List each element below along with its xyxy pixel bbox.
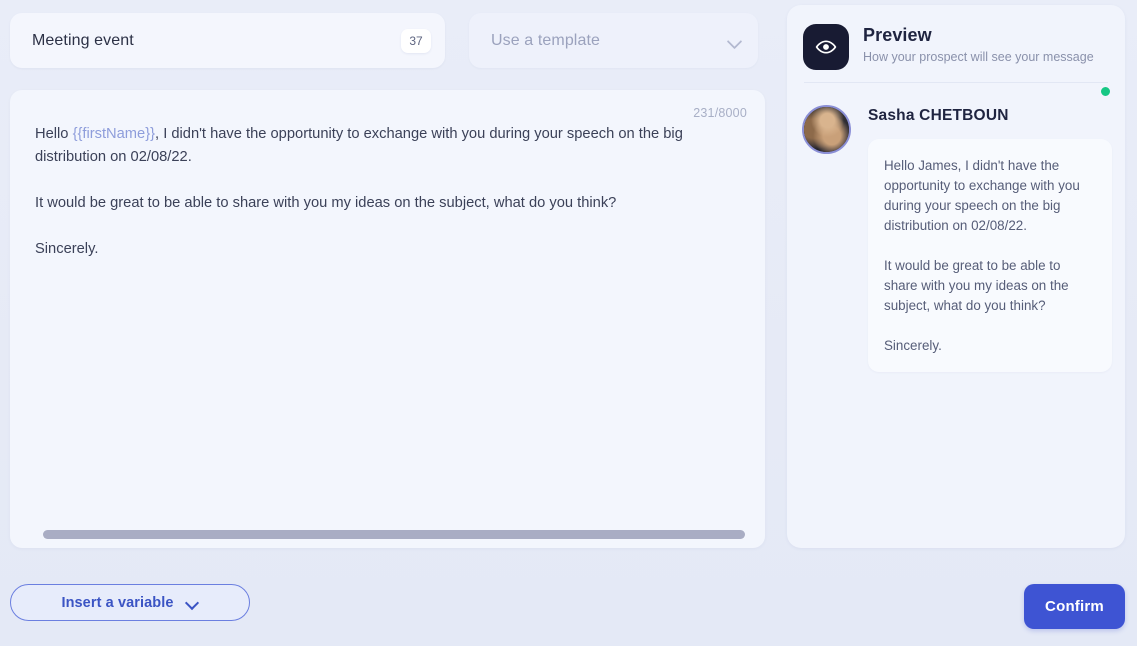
variable-token[interactable]: {{firstName}}	[73, 126, 155, 142]
status-online-dot	[1099, 85, 1112, 98]
eye-icon	[803, 24, 849, 70]
bubble-paragraph: It would be great to be able to share wi…	[884, 258, 1069, 313]
scrollbar-thumb[interactable]	[43, 530, 745, 539]
editor-paragraph: Sincerely.	[35, 241, 99, 257]
chevron-down-icon	[186, 596, 199, 609]
composer-column: Meeting event 37 Use a template 231/8000…	[0, 0, 775, 560]
preview-message-bubble: Hello James, I didn't have the opportuni…	[868, 139, 1112, 372]
preview-subtitle: How your prospect will see your message	[863, 50, 1094, 64]
bottom-toolbar: Insert a variable Confirm	[0, 558, 1137, 646]
insert-variable-button[interactable]: Insert a variable	[10, 584, 250, 621]
template-placeholder: Use a template	[491, 31, 601, 49]
template-select[interactable]: Use a template	[469, 13, 758, 68]
subject-field[interactable]: Meeting event 37	[10, 13, 445, 68]
composer-top-row: Meeting event 37 Use a template	[10, 13, 765, 68]
preview-header: Preview How your prospect will see your …	[803, 24, 1094, 70]
editor-paragraph: It would be great to be able to share wi…	[35, 195, 617, 211]
insert-variable-label: Insert a variable	[61, 594, 174, 611]
character-counter: 231/8000	[693, 106, 747, 120]
preview-title: Preview	[863, 25, 932, 45]
editor-horizontal-scrollbar[interactable]	[10, 522, 765, 548]
sender-name: Sasha CHETBOUN	[868, 107, 1009, 124]
editor-text-before: Hello	[35, 126, 73, 142]
subject-input[interactable]: Meeting event	[32, 32, 401, 50]
preview-panel: Preview How your prospect will see your …	[787, 5, 1125, 548]
preview-divider	[804, 82, 1108, 83]
bubble-paragraph: Hello James, I didn't have the opportuni…	[884, 158, 1080, 233]
message-editor-card[interactable]: 231/8000 Hello {{firstName}}, I didn't h…	[10, 90, 765, 548]
confirm-button[interactable]: Confirm	[1024, 584, 1125, 629]
message-editor-input[interactable]: Hello {{firstName}}, I didn't have the o…	[35, 123, 740, 261]
editor-paragraph: Hello {{firstName}}, I didn't have the o…	[35, 123, 740, 169]
bubble-paragraph: Sincerely.	[884, 338, 942, 353]
avatar	[802, 105, 851, 154]
avatar-photo	[804, 107, 849, 152]
chevron-down-icon	[727, 33, 742, 48]
subject-char-badge: 37	[401, 28, 431, 53]
message-composer-screen: Meeting event 37 Use a template 231/8000…	[0, 0, 1137, 646]
